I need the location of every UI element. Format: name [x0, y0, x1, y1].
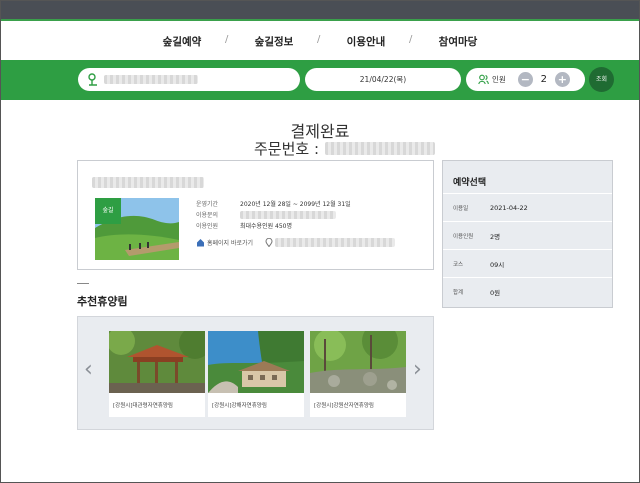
- summary-row-total: 합계 0원: [443, 277, 612, 305]
- browser-top-bar: [1, 1, 639, 21]
- carousel-prev-icon[interactable]: ‹: [84, 357, 93, 382]
- main-nav: 숲길예약 / 숲길정보 / 이용안내 / 참여마당: [1, 22, 639, 60]
- summary-row-value: 09시: [490, 260, 505, 269]
- top-accent-line: [1, 19, 639, 21]
- facility-photo: 숲길: [95, 198, 179, 260]
- summary-row-label: 코스: [453, 261, 464, 268]
- people-stepper: 인원 − 2 +: [466, 68, 585, 91]
- recommend-card-image: [109, 331, 205, 393]
- capacity-label: 이용인원: [196, 223, 219, 230]
- summary-row-value: 2021-04-22: [490, 203, 528, 212]
- summary-row-value: 2명: [490, 232, 501, 241]
- facility-links: 홈페이지 바로가기: [196, 238, 396, 247]
- summary-title: 예약선택: [453, 178, 487, 188]
- search-bar: 21/04/22(목) 인원 − 2 + 조회: [1, 60, 639, 100]
- recommend-card-label: [강원시]대관령자연휴양림: [113, 403, 173, 409]
- order-number: 주문번호 :: [254, 138, 436, 159]
- decrease-people-button[interactable]: −: [517, 72, 533, 87]
- home-icon: [197, 239, 204, 247]
- section-divider: [77, 283, 89, 284]
- operating-period-value: 2020년 12월 28일 ~ 2099년 12월 31일: [240, 201, 351, 208]
- contact-row: 이용문의: [196, 210, 336, 219]
- recommend-card[interactable]: [강원시]대관령자연휴양림: [109, 331, 205, 417]
- operating-period-row: 운영기간 2020년 12월 28일 ~ 2099년 12월 31일: [196, 199, 351, 208]
- contact-value-redacted: [240, 210, 336, 219]
- recommend-card-label: [강원시]강해자연휴양림: [212, 403, 267, 409]
- nav-item-reservation[interactable]: 숲길예약: [136, 34, 228, 49]
- location-input[interactable]: [78, 68, 300, 91]
- people-count: 2: [540, 74, 547, 85]
- recommend-title: 추천휴양림: [77, 295, 128, 308]
- date-value: 21/04/22(목): [359, 75, 407, 84]
- capacity-value: 최대수용인원 450명: [240, 223, 292, 230]
- summary-row-label: 이용인원: [453, 233, 474, 240]
- summary-row-label: 이용일: [453, 205, 469, 212]
- people-label: 인원: [492, 75, 506, 84]
- summary-row-value: 0원: [490, 288, 501, 297]
- map-pin-icon: [265, 238, 273, 247]
- location-icon: [88, 73, 97, 86]
- search-button[interactable]: 조회: [589, 67, 614, 92]
- recommend-card-image: [208, 331, 304, 393]
- recommend-carousel: ‹ [강원시]대관령자연휴양림 [강원시]강해자연휴양림 [강원시]강원산자연휴…: [77, 316, 434, 430]
- recommend-card-label: [강원시]강원산자연휴양림: [314, 403, 374, 409]
- recommend-card-image: [310, 331, 406, 393]
- summary-row-label: 합계: [453, 289, 464, 296]
- nav-item-community[interactable]: 참여마당: [412, 34, 504, 49]
- date-input[interactable]: 21/04/22(목): [305, 68, 461, 91]
- recommend-card[interactable]: [강원시]강해자연휴양림: [208, 331, 304, 417]
- reservation-summary: 예약선택 이용일 2021-04-22 이용인원 2명 코스 09시 합계 0원: [442, 160, 613, 308]
- summary-row-course: 코스 09시: [443, 249, 612, 277]
- order-number-label: 주문번호 :: [254, 140, 320, 158]
- facility-card: 숲길 운영기간 2020년 12월 28일 ~ 2099년 12월 31일 이용…: [77, 160, 434, 270]
- facility-badge: 숲길: [95, 198, 121, 224]
- location-value-redacted: [104, 75, 198, 84]
- contact-label: 이용문의: [196, 212, 219, 219]
- summary-row-date: 이용일 2021-04-22: [443, 193, 612, 221]
- operating-period-label: 운영기간: [196, 201, 219, 208]
- homepage-link[interactable]: 홈페이지 바로가기: [207, 238, 253, 247]
- people-icon: [478, 74, 489, 85]
- address-redacted: [275, 238, 396, 247]
- order-number-redacted: [325, 142, 436, 155]
- nav-item-guide[interactable]: 이용안내: [320, 34, 412, 49]
- capacity-row: 이용인원 최대수용인원 450명: [196, 221, 292, 230]
- carousel-next-icon[interactable]: ›: [413, 357, 422, 382]
- summary-row-people: 이용인원 2명: [443, 221, 612, 249]
- recommend-card[interactable]: [강원시]강원산자연휴양림: [310, 331, 406, 417]
- nav-item-info[interactable]: 숲길정보: [228, 34, 320, 49]
- increase-people-button[interactable]: +: [554, 72, 570, 87]
- facility-name-redacted: [92, 177, 204, 188]
